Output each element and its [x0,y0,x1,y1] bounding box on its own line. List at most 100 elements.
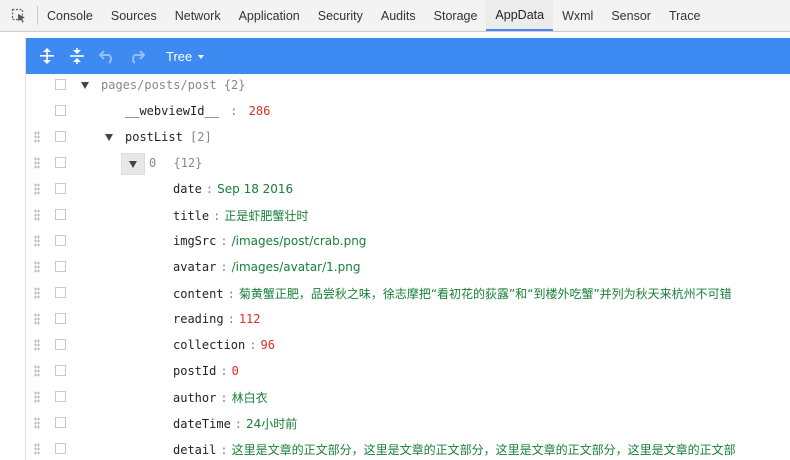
tree-separator: : [230,104,238,118]
tree-value[interactable]: 林白衣 [232,391,268,405]
view-mode-dropdown[interactable]: Tree [166,49,205,64]
drag-handle-icon[interactable] [34,209,40,221]
tree-value[interactable]: 24小时前 [246,417,297,431]
tab-sensor[interactable]: Sensor [602,0,660,31]
tree-value[interactable]: /images/post/crab.png [232,234,367,248]
redo-button[interactable] [122,38,152,74]
tree-row-field[interactable]: author: 林白衣 [0,384,790,410]
tree-row-field[interactable]: title: 正是虾肥蟹壮时 [0,202,790,228]
row-checkbox[interactable] [55,365,66,376]
tree-row-field[interactable]: avatar: /images/avatar/1.png [0,254,790,280]
tree-key: content [173,286,224,301]
tab-wxml[interactable]: Wxml [553,0,602,31]
row-checkbox[interactable] [55,105,66,116]
tree-value[interactable]: 96 [260,338,274,352]
tree-row-webviewid[interactable]: __webviewId__ : 286 [0,98,790,124]
tree-separator: : [227,312,235,326]
tab-security[interactable]: Security [309,0,372,31]
tree-key: collection [173,338,246,352]
tree-value[interactable]: 这里是文章的正文部分，这里是文章的正文部分，这里是文章的正文部分，这里是文章的正… [232,443,736,457]
tree-row-field[interactable]: collection:96 [0,332,790,358]
row-checkbox[interactable] [55,417,66,428]
expand-all-button[interactable] [32,38,62,74]
tree-key: reading [173,312,224,326]
tree-key: postList [125,130,183,144]
collapse-all-button[interactable] [62,38,92,74]
tab-sources[interactable]: Sources [102,0,166,31]
drag-handle-icon[interactable] [34,131,40,143]
tree-row-field[interactable]: detail: 这里是文章的正文部分，这里是文章的正文部分，这里是文章的正文部分，… [0,436,790,460]
row-checkbox[interactable] [55,313,66,324]
row-checkbox[interactable] [55,391,66,402]
tab-audits[interactable]: Audits [372,0,425,31]
undo-icon [98,50,112,64]
tree-row-root[interactable]: pages/posts/post {2} [0,72,790,98]
expand-triangle-icon[interactable] [81,82,89,89]
inspect-element-button[interactable] [0,6,38,25]
drag-handle-icon[interactable] [34,183,40,195]
row-checkbox[interactable] [55,287,66,298]
tree-row-item-0[interactable]: 0 {12} [0,150,790,176]
row-checkbox[interactable] [55,183,66,194]
tree-value[interactable]: /images/avatar/1.png [232,260,361,274]
drag-handle-icon[interactable] [34,157,40,169]
tab-appdata[interactable]: AppData [486,0,554,31]
tree-separator: : [205,182,214,196]
tree-row-field[interactable]: reading:112 [0,306,790,332]
tab-trace[interactable]: Trace [660,0,710,31]
collapse-all-icon [70,48,84,64]
tree-row-field[interactable]: content: 菊黄蟹正肥，品尝秋之味，徐志摩把“看初花的荻露”和“到楼外吃蟹”… [0,280,790,306]
tree-value[interactable]: Sep 18 2016 [217,182,293,196]
drag-handle-icon[interactable] [34,235,40,247]
tree-row-field[interactable]: imgSrc: /images/post/crab.png [0,228,790,254]
row-checkbox[interactable] [55,443,66,454]
tree-separator: : [249,338,257,352]
row-checkbox[interactable] [55,157,66,168]
tree-meta: {12} [173,156,203,170]
tree-key: 0 [149,156,157,170]
tab-network[interactable]: Network [166,0,230,31]
row-checkbox[interactable] [55,79,66,90]
tab-application[interactable]: Application [230,0,309,31]
tree-key: date [173,182,202,196]
tree-value[interactable]: 0 [232,364,239,378]
tree-key: pages/posts/post [101,78,217,92]
tree-row-field[interactable]: date: Sep 18 2016 [0,176,790,202]
expand-triangle-icon[interactable] [105,134,113,141]
drag-handle-icon[interactable] [34,313,40,325]
row-checkbox[interactable] [55,209,66,220]
tree-value[interactable]: 菊黄蟹正肥，品尝秋之味，徐志摩把“看初花的荻露”和“到楼外吃蟹”并列为秋天来杭州… [239,287,732,301]
tree-separator: : [220,390,228,405]
drag-handle-icon[interactable] [34,339,40,351]
tree-key: imgSrc [173,234,217,248]
row-checkbox[interactable] [55,235,66,246]
expand-all-icon [40,48,54,64]
drag-handle-icon[interactable] [34,391,40,403]
row-checkbox[interactable] [55,339,66,350]
row-checkbox[interactable] [55,131,66,142]
tree-separator: : [220,364,228,378]
expand-toggle[interactable] [121,153,145,175]
tree-key: detail [173,442,217,457]
tree-row-postlist[interactable]: postList [2] [0,124,790,150]
drag-handle-icon[interactable] [34,365,40,377]
tree-value[interactable]: 112 [239,312,261,326]
tree-row-field[interactable]: postId:0 [0,358,790,384]
undo-button[interactable] [92,38,122,74]
tree-separator: : [220,442,228,457]
drag-handle-icon[interactable] [34,261,40,273]
drag-handle-icon[interactable] [34,417,40,429]
drag-handle-icon[interactable] [34,287,40,299]
tree-value[interactable]: 正是虾肥蟹壮时 [224,209,308,223]
tree-meta: {2} [223,78,246,92]
drag-handle-icon[interactable] [34,443,40,455]
row-checkbox[interactable] [55,261,66,272]
tab-storage[interactable]: Storage [425,0,487,31]
data-tree: pages/posts/post {2} __webviewId__ : 286… [0,72,790,460]
devtools-tab-bar: Console Sources Network Application Secu… [0,0,790,32]
chevron-down-icon [198,55,205,59]
tree-row-field[interactable]: dateTime:24小时前 [0,410,790,436]
tab-console[interactable]: Console [38,0,102,31]
tree-value[interactable]: 286 [249,104,271,118]
tree-key: __webviewId__ [125,104,219,118]
